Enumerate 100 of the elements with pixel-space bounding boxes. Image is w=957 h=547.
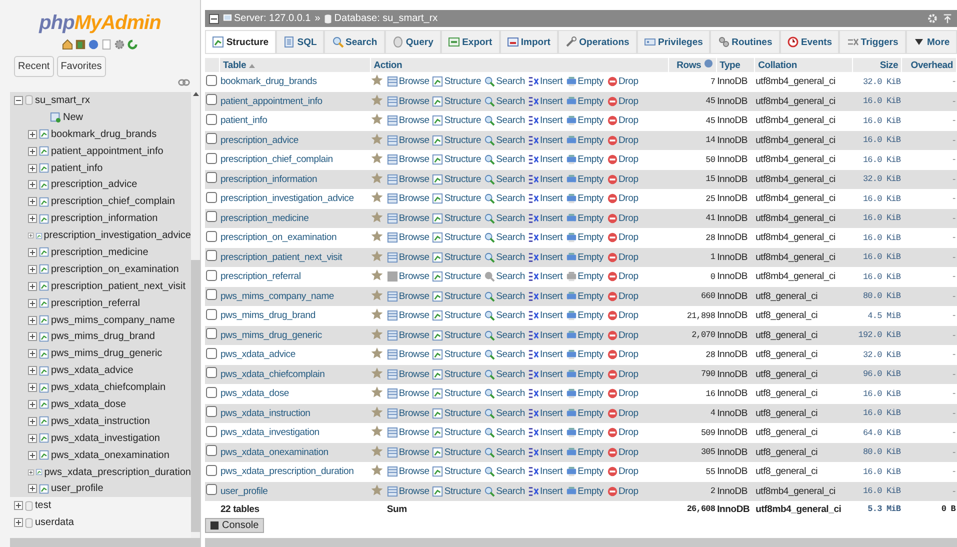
tree-item[interactable]: prescription_investigation_advice <box>44 230 191 242</box>
expand-icon[interactable] <box>28 180 37 190</box>
insert-link[interactable]: Insert <box>528 271 563 282</box>
search-link[interactable]: Search <box>484 349 525 360</box>
star-icon[interactable] <box>371 210 384 223</box>
star-icon[interactable] <box>371 288 384 301</box>
structure-link[interactable]: Structure <box>432 76 482 88</box>
drop-link[interactable]: Drop <box>606 330 638 341</box>
collapse-icon[interactable] <box>209 14 219 24</box>
insert-link[interactable]: Insert <box>528 388 563 400</box>
table-link[interactable]: pws_xdata_prescription_duration <box>220 466 354 478</box>
drop-link[interactable]: Drop <box>606 408 638 419</box>
browse-link[interactable]: Browse <box>386 290 430 302</box>
expand-icon[interactable] <box>28 164 37 172</box>
empty-link[interactable]: Empty <box>566 466 604 478</box>
star-icon[interactable] <box>371 386 384 398</box>
row-checkbox[interactable] <box>206 94 217 106</box>
search-link[interactable]: Search <box>484 154 525 166</box>
structure-link[interactable]: Structure <box>432 134 482 146</box>
drop-link[interactable]: Drop <box>606 349 638 360</box>
structure-link[interactable]: Structure <box>432 310 482 322</box>
empty-link[interactable]: Empty <box>566 388 604 400</box>
insert-link[interactable]: Insert <box>528 427 563 438</box>
tree-item[interactable]: su_smart_rx <box>35 94 90 106</box>
settings-icon[interactable] <box>114 39 125 50</box>
empty-link[interactable]: Empty <box>566 368 604 380</box>
empty-link[interactable]: Empty <box>566 193 604 204</box>
empty-link[interactable]: Empty <box>566 427 604 438</box>
structure-link[interactable]: Structure <box>432 446 482 458</box>
console-button[interactable]: Console <box>205 518 264 533</box>
scrollbar[interactable] <box>205 538 957 547</box>
tab-button[interactable]: Recent <box>14 56 54 77</box>
drop-link[interactable]: Drop <box>606 212 638 224</box>
row-checkbox[interactable] <box>206 426 217 437</box>
search-link[interactable]: Search <box>484 368 525 380</box>
column-header[interactable]: Collation <box>754 58 852 72</box>
browse-link[interactable]: Browse <box>386 271 430 282</box>
table-link[interactable]: prescription_investigation_advice <box>220 193 354 204</box>
scrollbar[interactable] <box>10 538 200 547</box>
expand-icon[interactable] <box>28 434 37 443</box>
insert-link[interactable]: Insert <box>528 466 563 478</box>
table-link[interactable]: prescription_referral <box>220 271 301 282</box>
row-checkbox[interactable] <box>206 74 217 86</box>
star-icon[interactable] <box>371 269 384 282</box>
reload-icon[interactable] <box>127 39 138 50</box>
browse-link[interactable]: Browse <box>386 96 430 107</box>
table-link[interactable]: prescription_chief_complain <box>220 154 333 166</box>
table-link[interactable]: patient_info <box>220 115 268 126</box>
row-checkbox[interactable] <box>206 464 217 476</box>
empty-link[interactable]: Empty <box>566 76 604 88</box>
table-link[interactable]: bookmark_drug_brands <box>220 76 317 88</box>
expand-icon[interactable] <box>28 400 37 409</box>
row-checkbox[interactable] <box>206 152 217 164</box>
row-checkbox[interactable] <box>206 386 217 398</box>
insert-link[interactable]: Insert <box>528 310 563 322</box>
document-icon[interactable] <box>101 39 112 50</box>
browse-link[interactable]: Browse <box>386 174 430 185</box>
expand-icon[interactable] <box>28 332 37 342</box>
tree-item[interactable]: prescription_on_examination <box>51 264 179 275</box>
expand-icon[interactable] <box>14 518 23 528</box>
star-icon[interactable] <box>371 113 384 126</box>
empty-link[interactable]: Empty <box>566 212 604 224</box>
row-checkbox[interactable] <box>206 484 217 496</box>
table-link[interactable]: pws_mims_drug_brand <box>220 310 316 322</box>
browse-link[interactable]: Browse <box>386 368 430 380</box>
tab[interactable]: More <box>906 30 957 53</box>
browse-link[interactable]: Browse <box>386 349 430 360</box>
star-icon[interactable] <box>371 347 384 360</box>
search-link[interactable]: Search <box>484 388 525 400</box>
structure-link[interactable]: Structure <box>432 290 482 302</box>
drop-link[interactable]: Drop <box>606 252 638 263</box>
drop-link[interactable]: Drop <box>606 368 638 380</box>
tree-item[interactable]: pws_mims_company_name <box>51 314 175 326</box>
row-checkbox[interactable] <box>206 133 217 144</box>
expand-icon[interactable] <box>28 264 37 274</box>
browse-link[interactable]: Browse <box>386 115 430 126</box>
search-link[interactable]: Search <box>484 134 525 146</box>
structure-link[interactable]: Structure <box>432 271 482 282</box>
empty-link[interactable]: Empty <box>566 271 604 282</box>
star-icon[interactable] <box>371 152 384 164</box>
row-checkbox[interactable] <box>206 289 217 300</box>
tab[interactable]: SQL <box>276 30 324 53</box>
browse-link[interactable]: Browse <box>386 212 430 224</box>
browse-link[interactable]: Browse <box>386 76 430 88</box>
column-header[interactable]: Type <box>716 58 755 72</box>
insert-link[interactable]: Insert <box>528 96 563 107</box>
expand-icon[interactable] <box>28 298 37 308</box>
tree-item[interactable]: bookmark_drug_brands <box>51 128 157 140</box>
search-link[interactable]: Search <box>484 212 525 224</box>
tab[interactable]: Routines <box>710 30 780 53</box>
tree-item[interactable]: pws_mims_drug_generic <box>51 348 162 360</box>
tree-item[interactable]: pws_xdata_chiefcomplain <box>51 382 166 394</box>
tree-item[interactable]: test <box>35 500 52 512</box>
drop-link[interactable]: Drop <box>606 76 638 88</box>
expand-icon[interactable] <box>28 197 37 206</box>
row-checkbox[interactable] <box>206 348 217 359</box>
tree-item[interactable]: userdata <box>35 517 74 528</box>
structure-link[interactable]: Structure <box>432 174 482 185</box>
structure-link[interactable]: Structure <box>432 408 482 419</box>
browse-link[interactable]: Browse <box>386 310 430 322</box>
